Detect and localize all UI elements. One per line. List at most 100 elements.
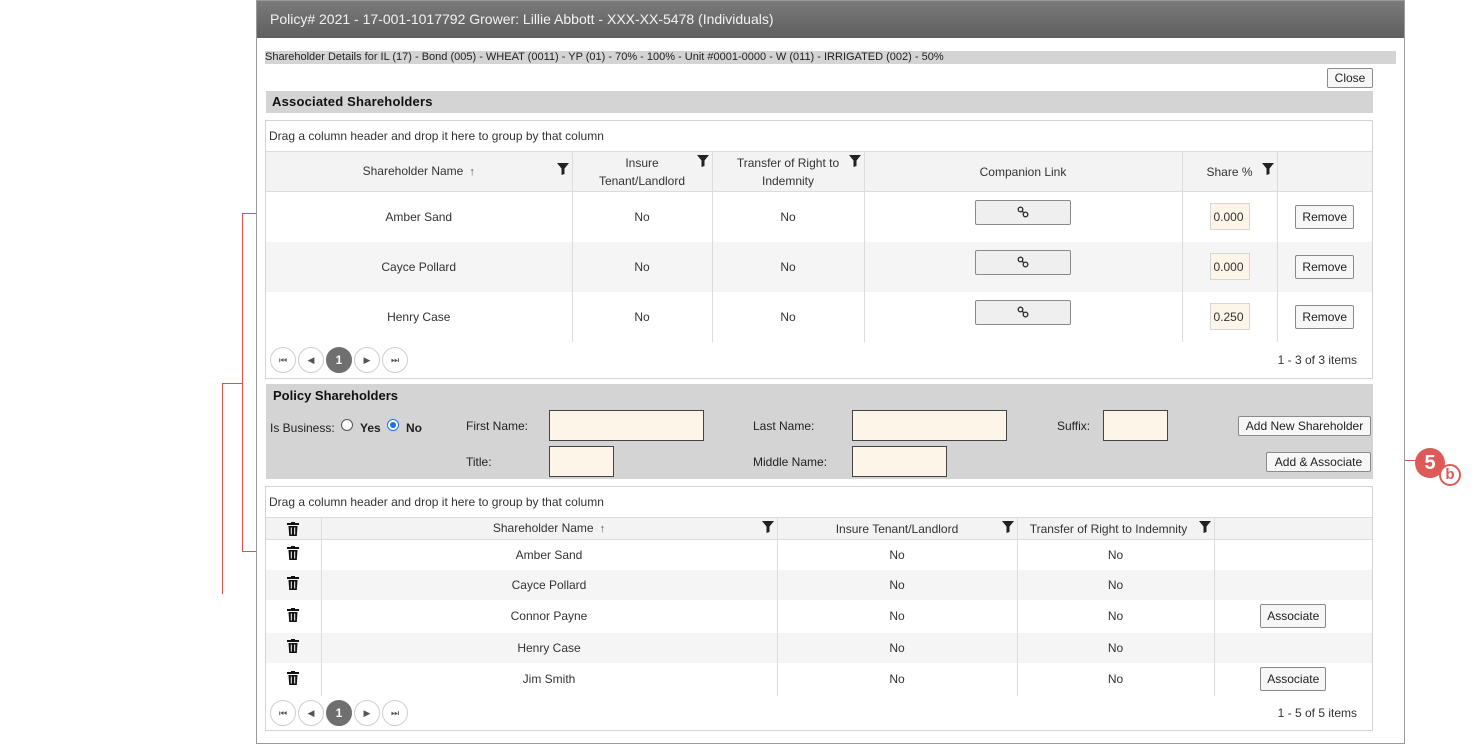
column-header-insure[interactable]: Insure Tenant/Landlord: [776, 517, 1017, 540]
first-name-label: First Name:: [466, 419, 529, 433]
column-header-share[interactable]: Share %: [1181, 151, 1277, 192]
trash-icon[interactable]: [287, 522, 300, 537]
shareholder-dialog: Policy# 2021 - 17-001-1017792 Grower: Li…: [256, 0, 1405, 744]
shareholder-name: Henry Case: [387, 309, 451, 324]
companion-link-button[interactable]: [975, 300, 1071, 325]
column-header-transfer[interactable]: Transfer of Right to Indemnity: [711, 151, 864, 192]
share-percent-input[interactable]: [1209, 203, 1250, 231]
last-page-icon[interactable]: ⏭: [382, 347, 408, 373]
column-header-delete: [266, 517, 321, 540]
trash-icon[interactable]: [287, 576, 300, 590]
trash-icon[interactable]: [287, 670, 300, 685]
no-label: No: [406, 421, 422, 435]
suffix-label: Suffix:: [1057, 419, 1091, 433]
trash-icon[interactable]: [287, 546, 300, 561]
associate-button[interactable]: Associate: [1260, 604, 1327, 628]
filter-icon[interactable]: [848, 155, 861, 167]
page-number-button[interactable]: 1: [326, 347, 352, 373]
transfer-value: No: [1016, 632, 1214, 663]
link-icon: [1017, 206, 1029, 218]
companion-link-button[interactable]: [975, 200, 1071, 226]
next-page-icon[interactable]: ▶: [354, 700, 380, 726]
associated-table: Shareholder Name ↑ Insure Tenant/Landlord…: [266, 151, 1372, 342]
shareholder-name: Amber Sand: [320, 539, 777, 570]
filter-icon[interactable]: [761, 521, 774, 533]
trash-icon[interactable]: [287, 607, 300, 622]
remove-button[interactable]: Remove: [1295, 304, 1355, 329]
insure-value: No: [571, 291, 712, 342]
filter-icon[interactable]: [696, 155, 709, 167]
filter-icon[interactable]: [1001, 521, 1014, 533]
column-header-companion-link[interactable]: Companion Link: [863, 151, 1182, 192]
group-drop-area[interactable]: Drag a column header and drop it here to…: [269, 495, 604, 509]
shareholder-name: Connor Payne: [320, 599, 777, 633]
table-row: Connor Payne No No Associate: [266, 599, 1372, 633]
annotation-sub-badge: b: [1439, 464, 1461, 486]
insure-value: No: [776, 569, 1017, 600]
sort-up-icon: ↑: [599, 523, 606, 535]
filter-icon[interactable]: [556, 163, 569, 175]
column-header-shareholder-name[interactable]: Shareholder Name ↑: [320, 517, 777, 540]
table-row: Henry Case No No: [266, 632, 1372, 663]
is-business-label: Is Business:: [270, 421, 335, 435]
next-page-icon[interactable]: ▶: [354, 347, 380, 373]
table-row: Henry Case No No Remove: [266, 291, 1372, 342]
shareholder-name: Jim Smith: [320, 662, 777, 696]
transfer-value: No: [1016, 539, 1214, 570]
remove-button[interactable]: Remove: [1295, 204, 1355, 229]
transfer-value: No: [1016, 569, 1214, 600]
is-business-no-radio[interactable]: [387, 419, 399, 431]
associated-shareholders-title: Associated Shareholders: [266, 91, 1373, 113]
dialog-title: Policy# 2021 - 17-001-1017792 Grower: Li…: [257, 1, 1404, 38]
annotation-bracket-vertical: [242, 213, 243, 552]
column-header-insure[interactable]: Insure Tenant/Landlord: [571, 151, 712, 192]
share-percent-input[interactable]: [1209, 253, 1250, 280]
group-drop-area[interactable]: Drag a column header and drop it here to…: [269, 129, 604, 143]
suffix-field[interactable]: [1103, 410, 1168, 441]
add-and-associate-button[interactable]: Add & Associate: [1266, 452, 1371, 472]
shareholder-name: Cayce Pollard: [266, 241, 572, 292]
sort-up-icon: ↑: [469, 166, 475, 178]
middle-name-field[interactable]: [852, 446, 947, 477]
prev-page-icon[interactable]: ◀: [298, 347, 324, 373]
close-button[interactable]: Close: [1327, 68, 1373, 88]
table-row: Amber Sand No No Remove: [266, 191, 1372, 242]
add-new-shareholder-button[interactable]: Add New Shareholder: [1238, 416, 1371, 436]
page-number-button[interactable]: 1: [326, 700, 352, 726]
share-percent-input[interactable]: [1209, 303, 1250, 330]
first-page-icon[interactable]: ⏮: [270, 700, 296, 726]
last-page-icon[interactable]: ⏭: [382, 700, 408, 726]
first-name-field[interactable]: [549, 410, 704, 441]
remove-button[interactable]: Remove: [1295, 254, 1355, 279]
policy-shareholders-panel: Policy Shareholders Is Business: Yes No …: [266, 384, 1373, 479]
associate-button[interactable]: Associate: [1260, 667, 1327, 691]
transfer-value: No: [1016, 599, 1214, 633]
prev-page-icon[interactable]: ◀: [298, 700, 324, 726]
trash-icon[interactable]: [287, 639, 300, 653]
transfer-value: No: [711, 191, 864, 242]
column-header-transfer[interactable]: Transfer of Right to Indemnity: [1016, 517, 1214, 540]
shareholder-details-text: Shareholder Details for IL (17) - Bond (…: [265, 51, 1396, 64]
filter-icon[interactable]: [1261, 163, 1274, 175]
insure-value: No: [776, 662, 1017, 696]
policy-grid-pager: ⏮ ◀ 1 ▶ ⏭ 1 - 5 of 5 items: [270, 700, 1370, 726]
associated-pager: ⏮ ◀ 1 ▶ ⏭ 1 - 3 of 3 items: [270, 347, 1370, 373]
title-label: Title:: [466, 455, 492, 469]
is-business-yes-radio[interactable]: [341, 419, 353, 431]
first-page-icon[interactable]: ⏮: [270, 347, 296, 373]
filter-icon[interactable]: [1198, 521, 1211, 533]
transfer-value: No: [711, 291, 864, 342]
insure-value: No: [571, 191, 712, 242]
annotation-line-2-top: [222, 383, 242, 384]
shareholder-name: Cayce Pollard: [320, 569, 777, 600]
policy-shareholders-grid: Drag a column header and drop it here to…: [265, 486, 1373, 731]
pager-info: 1 - 3 of 3 items: [1277, 353, 1357, 367]
title-field[interactable]: [549, 446, 614, 477]
insure-value: No: [776, 599, 1017, 633]
middle-name-label: Middle Name:: [753, 455, 828, 469]
column-header-shareholder-name[interactable]: Shareholder Name ↑: [266, 151, 572, 192]
companion-link-button[interactable]: [975, 250, 1071, 275]
table-row: Jim Smith No No Associate: [266, 662, 1372, 696]
associated-grid: Drag a column header and drop it here to…: [265, 120, 1373, 379]
last-name-field[interactable]: [852, 410, 1007, 441]
